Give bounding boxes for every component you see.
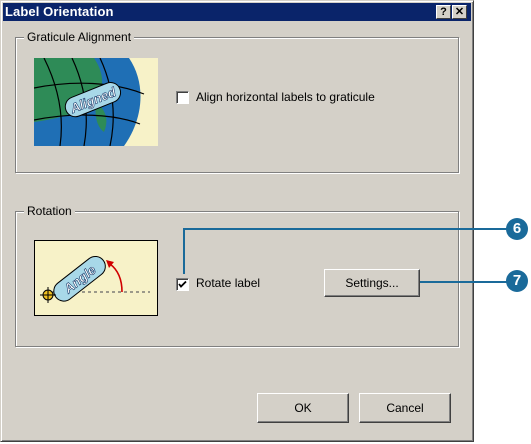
graticule-illustration-image: Aligned [34, 58, 158, 146]
align-graticule-label[interactable]: Align horizontal labels to graticule [196, 90, 375, 104]
help-icon: ? [440, 6, 447, 18]
callout-7-line [420, 281, 508, 283]
rotate-label-label[interactable]: Rotate label [196, 276, 260, 290]
dialog-title: Label Orientation [5, 4, 114, 19]
graticule-alignment-group: Graticule Alignment Aligned Align horizo… [15, 30, 459, 173]
close-icon: ✕ [454, 6, 465, 18]
callout-6-badge: 6 [506, 218, 528, 240]
ok-button-label: OK [294, 401, 312, 415]
rotate-label-checkbox[interactable] [176, 278, 189, 291]
callout-6-vertical-line [183, 228, 185, 274]
rotation-group: Rotation Angle Rotate label Settings... [15, 204, 459, 347]
callout-7-badge: 7 [506, 270, 528, 292]
close-button[interactable]: ✕ [452, 5, 467, 19]
settings-button-label: Settings... [345, 276, 399, 290]
callout-6-line [183, 228, 507, 230]
title-bar[interactable]: Label Orientation ? ✕ [3, 3, 471, 21]
rotation-group-label: Rotation [24, 204, 75, 218]
help-button[interactable]: ? [436, 5, 451, 19]
label-orientation-dialog: Label Orientation ? ✕ Graticule Alignmen… [0, 0, 474, 442]
ok-button[interactable]: OK [257, 393, 349, 423]
graticule-group-label: Graticule Alignment [24, 30, 135, 44]
rotation-illustration-image: Angle [34, 240, 158, 316]
align-graticule-checkbox[interactable] [176, 91, 189, 104]
cancel-button[interactable]: Cancel [359, 393, 451, 423]
settings-button[interactable]: Settings... [324, 269, 420, 297]
checkmark-icon [178, 280, 187, 288]
cancel-button-label: Cancel [386, 401, 424, 415]
